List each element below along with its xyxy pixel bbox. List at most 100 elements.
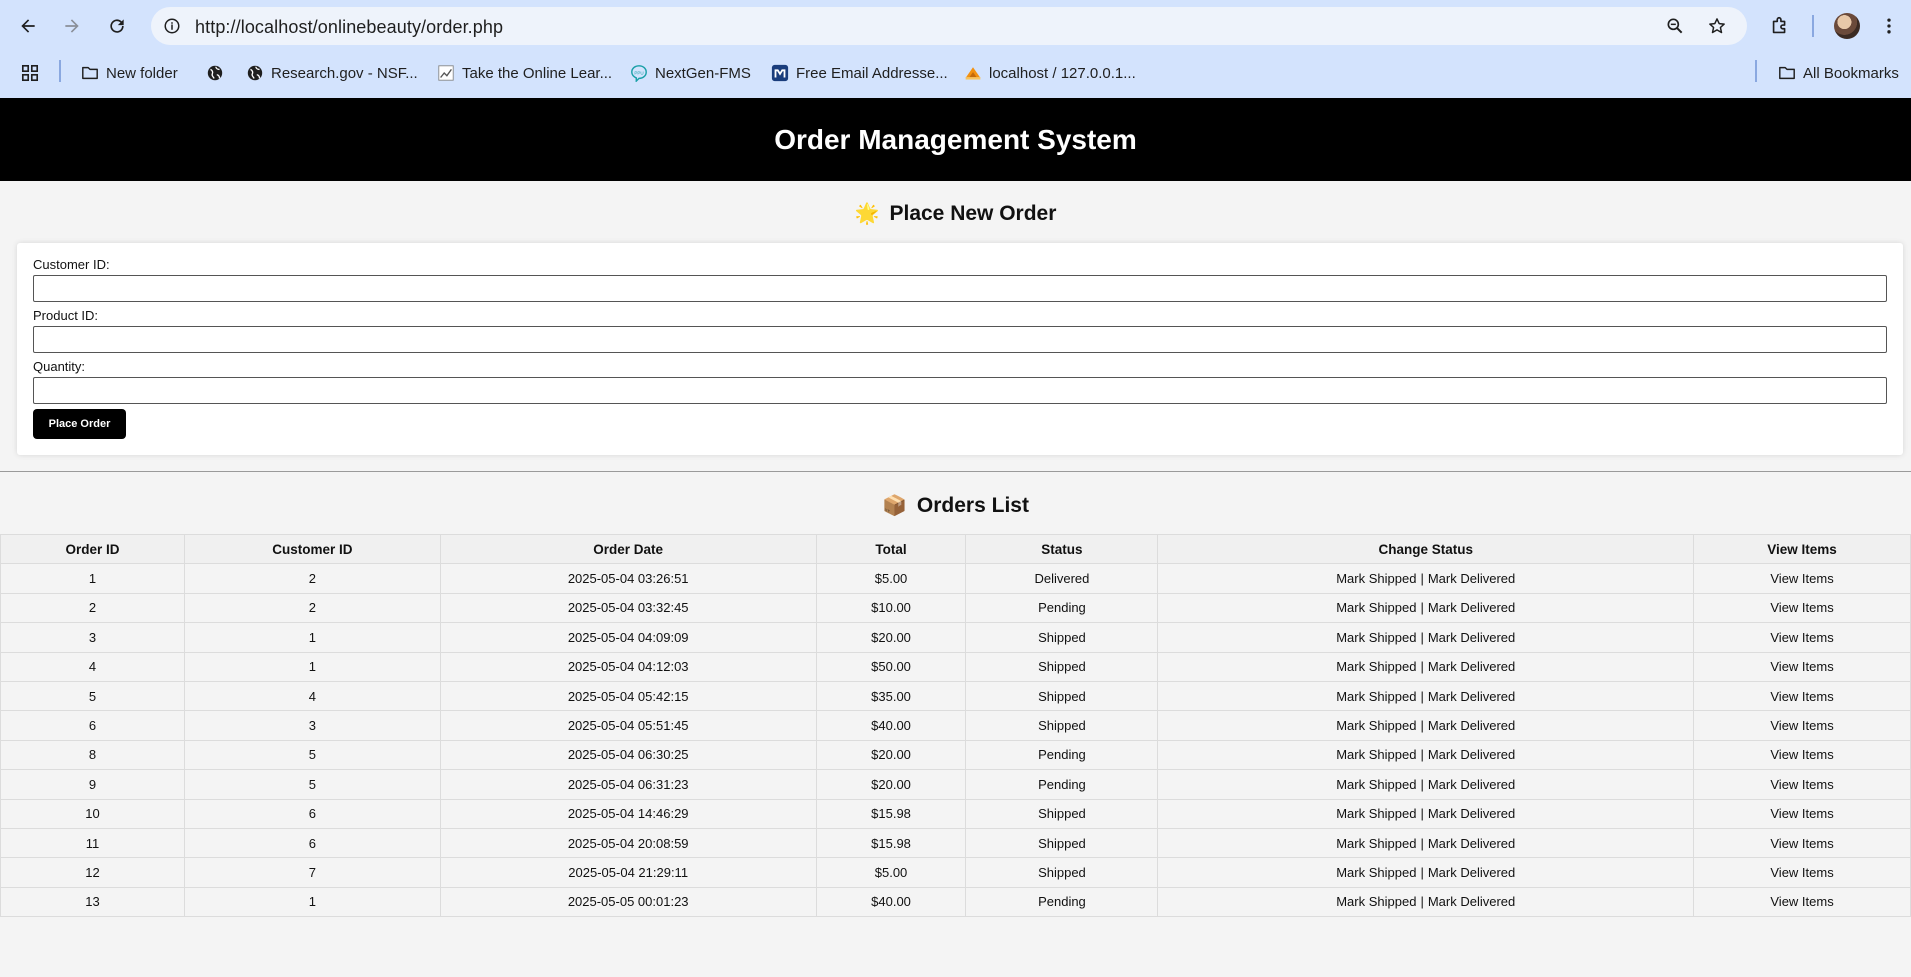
ppu-icon: PPU: [630, 64, 648, 82]
back-button[interactable]: [12, 10, 44, 42]
page-title: Order Management System: [774, 123, 1137, 155]
mark-delivered-link[interactable]: Mark Delivered: [1428, 718, 1515, 733]
order-date-cell: 2025-05-04 05:42:15: [439, 680, 817, 712]
action-separator: |: [1420, 835, 1424, 851]
bookmark-online-learning[interactable]: Take the Online Lear...: [437, 61, 612, 85]
quantity-input[interactable]: [33, 377, 1887, 404]
column-header: Change Status: [1157, 533, 1695, 565]
customer-id-cell: 1: [183, 651, 441, 682]
change-status-cell: Mark Shipped | Mark Delivered: [1157, 651, 1695, 682]
view-items-cell: View Items: [1693, 857, 1911, 888]
mark-shipped-link[interactable]: Mark Shipped: [1336, 894, 1416, 909]
view-items-link[interactable]: View Items: [1770, 630, 1833, 645]
package-icon: 📦: [882, 495, 907, 517]
mark-delivered-link[interactable]: Mark Delivered: [1428, 806, 1515, 821]
mark-delivered-link[interactable]: Mark Delivered: [1428, 777, 1515, 792]
customer-id-input[interactable]: [33, 275, 1887, 302]
bookmark-label: Free Email Addresse...: [796, 64, 948, 82]
view-items-link[interactable]: View Items: [1770, 571, 1833, 586]
view-items-link[interactable]: View Items: [1770, 777, 1833, 792]
status-cell: Shipped: [965, 798, 1159, 829]
status-cell: Pending: [965, 739, 1159, 771]
table-row: 8 5 2025-05-04 06:30:25 $20.00 Pending Mark S…: [0, 739, 1911, 771]
profile-button[interactable]: [1831, 10, 1863, 42]
bookmark-globe[interactable]: [206, 61, 224, 85]
view-items-link[interactable]: View Items: [1770, 718, 1833, 733]
view-items-link[interactable]: View Items: [1770, 747, 1833, 762]
mark-shipped-link[interactable]: Mark Shipped: [1336, 659, 1416, 674]
product-id-input[interactable]: [33, 326, 1887, 353]
bookmark-localhost[interactable]: localhost / 127.0.0.1...: [964, 61, 1136, 85]
column-header: Order Date: [439, 533, 817, 565]
extensions-button[interactable]: [1764, 10, 1796, 42]
change-status-cell: Mark Shipped | Mark Delivered: [1157, 857, 1695, 888]
view-items-link[interactable]: View Items: [1770, 894, 1833, 909]
place-order-button[interactable]: Place Order: [33, 409, 126, 439]
mark-delivered-link[interactable]: Mark Delivered: [1428, 630, 1515, 645]
action-separator: |: [1420, 747, 1424, 763]
status-cell: Shipped: [965, 710, 1159, 741]
page-content: Order Management System 🌟 Place New Orde…: [0, 98, 1911, 977]
view-items-link[interactable]: View Items: [1770, 806, 1833, 821]
total-cell: $50.00: [815, 651, 967, 682]
table-row: 5 4 2025-05-04 05:42:15 $35.00 Shipped Mark S…: [0, 680, 1911, 712]
avatar: [1834, 13, 1860, 39]
zoom-icon[interactable]: [1664, 15, 1686, 37]
order-date-cell: 2025-05-04 21:29:11: [439, 857, 817, 888]
view-items-link[interactable]: View Items: [1770, 689, 1833, 704]
bookmark-research-gov[interactable]: Research.gov - NSF...: [246, 61, 418, 85]
bookmark-new-folder[interactable]: New folder: [81, 61, 178, 85]
column-header: Order ID: [0, 533, 185, 565]
view-items-link[interactable]: View Items: [1770, 600, 1833, 615]
mark-delivered-link[interactable]: Mark Delivered: [1428, 659, 1515, 674]
orders-title: Orders List: [916, 494, 1029, 517]
address-bar[interactable]: http://localhost/onlinebeauty/order.php: [151, 7, 1747, 45]
mark-shipped-link[interactable]: Mark Shipped: [1336, 718, 1416, 733]
site-info-icon[interactable]: [160, 14, 184, 38]
menu-button[interactable]: [1873, 10, 1905, 42]
view-items-link[interactable]: View Items: [1770, 836, 1833, 851]
mark-delivered-link[interactable]: Mark Delivered: [1428, 836, 1515, 851]
mark-delivered-link[interactable]: Mark Delivered: [1428, 865, 1515, 880]
forward-button[interactable]: [56, 10, 88, 42]
view-items-link[interactable]: View Items: [1770, 659, 1833, 674]
order-id-cell: 9: [0, 769, 185, 800]
view-items-cell: View Items: [1693, 769, 1911, 800]
mark-delivered-link[interactable]: Mark Delivered: [1428, 600, 1515, 615]
order-date-cell: 2025-05-05 00:01:23: [439, 886, 817, 918]
mark-delivered-link[interactable]: Mark Delivered: [1428, 571, 1515, 586]
arrow-right-icon: [65, 19, 79, 33]
reload-button[interactable]: [101, 10, 133, 42]
bookmark-free-email[interactable]: Free Email Addresse...: [771, 61, 948, 85]
view-items-link[interactable]: View Items: [1770, 865, 1833, 880]
bookmark-nextgen-fms[interactable]: PPU NextGen-FMS: [630, 61, 751, 85]
change-status-cell: Mark Shipped | Mark Delivered: [1157, 827, 1695, 859]
mark-shipped-link[interactable]: Mark Shipped: [1336, 836, 1416, 851]
mark-shipped-link[interactable]: Mark Shipped: [1336, 865, 1416, 880]
bookmark-label: Take the Online Lear...: [462, 64, 613, 82]
star-icon[interactable]: [1706, 15, 1728, 37]
mark-delivered-link[interactable]: Mark Delivered: [1428, 689, 1515, 704]
table-row: 11 6 2025-05-04 20:08:59 $15.98 Shipped Mark …: [0, 827, 1911, 859]
mark-shipped-link[interactable]: Mark Shipped: [1336, 600, 1416, 615]
chart-icon: [437, 64, 455, 82]
customer-id-cell: 3: [183, 710, 441, 741]
mark-shipped-link[interactable]: Mark Shipped: [1336, 747, 1416, 762]
customer-id-cell: 1: [183, 886, 441, 918]
all-bookmarks-button[interactable]: All Bookmarks: [1778, 61, 1899, 85]
mark-shipped-link[interactable]: Mark Shipped: [1336, 777, 1416, 792]
url-text[interactable]: http://localhost/onlinebeauty/order.php: [195, 17, 503, 38]
change-status-cell: Mark Shipped | Mark Delivered: [1157, 769, 1695, 800]
apps-button[interactable]: [21, 61, 39, 85]
all-bookmarks-label: All Bookmarks: [1803, 64, 1899, 82]
table-row: 1 2 2025-05-04 03:26:51 $5.00 Delivered Mark …: [0, 563, 1911, 594]
mark-shipped-link[interactable]: Mark Shipped: [1336, 630, 1416, 645]
mark-shipped-link[interactable]: Mark Shipped: [1336, 689, 1416, 704]
mark-shipped-link[interactable]: Mark Shipped: [1336, 806, 1416, 821]
mark-shipped-link[interactable]: Mark Shipped: [1336, 571, 1416, 586]
bookmark-label: localhost / 127.0.0.1...: [989, 64, 1136, 82]
mark-delivered-link[interactable]: Mark Delivered: [1428, 894, 1515, 909]
order-id-cell: 11: [0, 827, 185, 859]
order-date-cell: 2025-05-04 20:08:59: [439, 827, 817, 859]
mark-delivered-link[interactable]: Mark Delivered: [1428, 747, 1515, 762]
